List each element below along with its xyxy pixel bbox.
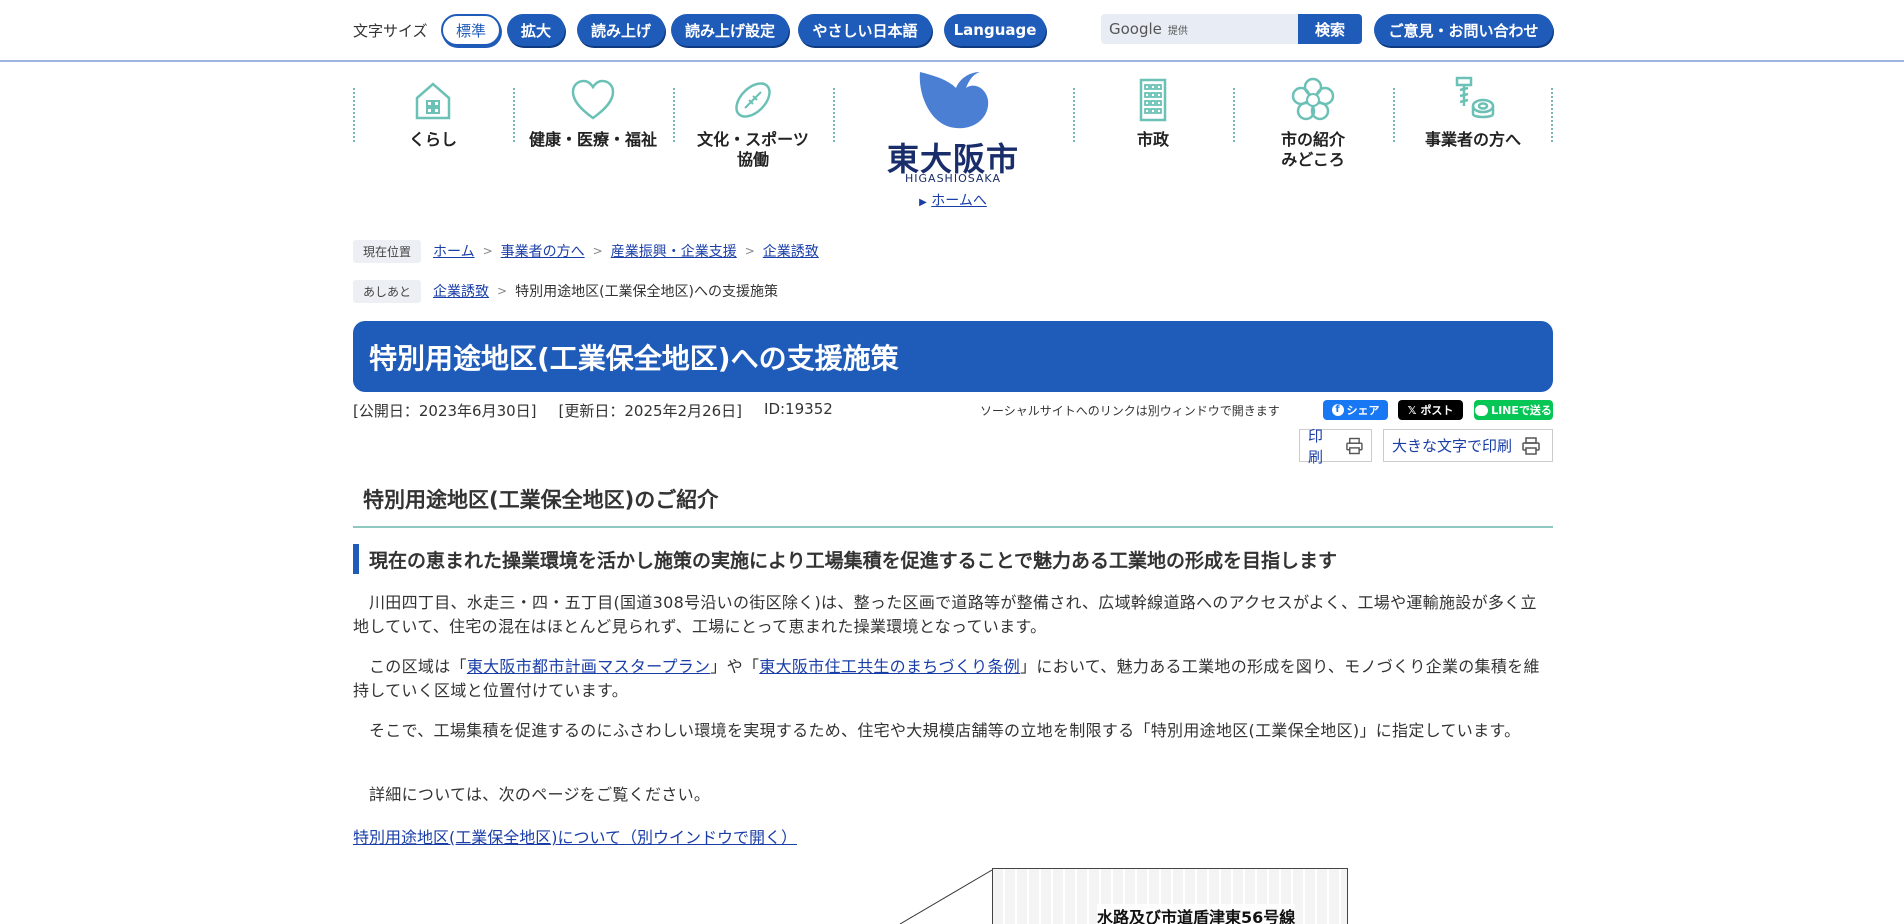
- nav-label-kurashi: くらし: [408, 130, 457, 149]
- nav-item-kurashi[interactable]: くらし: [353, 70, 513, 180]
- map-label: 水路及び市道盾津東56号線: [1097, 904, 1296, 924]
- city-name-roman: HIGASHIOSAKA: [905, 172, 1001, 185]
- paragraph-4: 詳細については、次のページをご覧ください。: [369, 785, 711, 804]
- chevron-right-icon: >: [497, 284, 508, 298]
- nav-label-culture-line2: 協働: [736, 150, 769, 169]
- city-emblem-icon: [919, 72, 989, 129]
- breadcrumb-home[interactable]: ホーム: [433, 241, 475, 261]
- breadcrumb: 現在位置 ホーム > 事業者の方へ > 産業振興・企業支援 > 企業誘致: [353, 239, 1553, 263]
- printer-icon: [1346, 437, 1363, 454]
- nav-item-health[interactable]: 健康・医療・福祉: [513, 70, 673, 180]
- nav-item-intro[interactable]: 市の紹介 みどころ: [1233, 70, 1393, 180]
- nav-label-shisei: 市政: [1136, 130, 1169, 149]
- print-label: 印刷: [1308, 426, 1324, 466]
- facebook-share-button[interactable]: f シェア: [1323, 400, 1388, 420]
- sub-heading: 現在の恵まれた操業環境を活かし施策の実施により工場集積を促進することで魅力ある工…: [353, 544, 1553, 574]
- search-button[interactable]: 検索: [1298, 14, 1362, 44]
- language-button[interactable]: Language: [944, 14, 1046, 46]
- paragraph-2: この区域は「東大阪市都市計画マスタープラン」や「東大阪市住工共生のまちづくり条例…: [353, 655, 1553, 703]
- contact-button[interactable]: ご意見・お問い合わせ: [1374, 14, 1553, 46]
- detail-link[interactable]: 特別用途地区(工業保全地区)について（別ウインドウで開く）: [353, 828, 797, 847]
- x-logo-icon: 𝕏: [1407, 403, 1417, 417]
- facebook-share-label: シェア: [1346, 404, 1380, 417]
- search-provided-text: 提供: [1167, 25, 1188, 37]
- large-print-button[interactable]: 大きな文字で印刷: [1383, 429, 1553, 462]
- line-send-label: LINEで送る: [1491, 404, 1552, 417]
- font-size-label: 文字サイズ: [353, 22, 428, 40]
- page-meta: [公開日：2023年6月30日] [更新日：2025年2月26日] ID:193…: [353, 400, 833, 421]
- paragraph-1: 川田四丁目、水走三・四・五丁目(国道308号沿いの街区除く)は、整った区画で道路…: [353, 593, 1537, 636]
- nav-label-intro: 市の紹介 みどころ: [1233, 130, 1393, 170]
- rugby-ball-icon: [735, 82, 771, 118]
- easy-japanese-button[interactable]: やさしい日本語: [798, 14, 932, 46]
- breadcrumb-attraction[interactable]: 企業誘致: [763, 241, 819, 261]
- breadcrumb-industry[interactable]: 産業振興・企業支援: [611, 241, 737, 261]
- published-date: [公開日：2023年6月30日]: [353, 402, 537, 420]
- read-aloud-button[interactable]: 読み上げ: [577, 14, 665, 46]
- heart-icon: [571, 79, 615, 120]
- detail-link-wrap: 特別用途地区(工業保全地区)について（別ウインドウで開く）: [353, 824, 797, 848]
- breadcrumb-current-tag: 現在位置: [353, 239, 422, 263]
- nav-item-business[interactable]: 事業者の方へ: [1393, 70, 1553, 180]
- chevron-right-icon: >: [592, 244, 603, 258]
- updated-date: [更新日：2025年2月26日]: [558, 402, 743, 420]
- x-post-button[interactable]: 𝕏 ポスト: [1398, 400, 1463, 420]
- printer-icon: [1522, 436, 1540, 455]
- paragraph-3: そこで、工場集積を促進するのにふさわしい環境を実現するため、住宅や大規模店舗等の…: [369, 721, 1521, 740]
- house-icon: [415, 82, 451, 120]
- google-logo-text: Google: [1109, 20, 1162, 38]
- large-print-label: 大きな文字で印刷: [1392, 437, 1513, 455]
- print-button[interactable]: 印刷: [1299, 427, 1372, 466]
- page-title: 特別用途地区(工業保全地区)への支援施策: [369, 341, 899, 375]
- nav-label-business: 事業者の方へ: [1424, 130, 1521, 149]
- line-send-button[interactable]: LINEで送る: [1474, 400, 1553, 420]
- chevron-right-icon: >: [744, 244, 755, 258]
- map-leader-line: [899, 869, 993, 924]
- nav-divider: [833, 88, 835, 142]
- nav-label-culture-line1: 文化・スポーツ: [697, 130, 809, 149]
- nav-label-health: 健康・医療・福祉: [528, 130, 657, 149]
- nav-item-shisei[interactable]: 市政: [1073, 70, 1233, 180]
- main-navigation: くらし 健康・医療・福祉 文化・スポーツ 協働 東大阪市 HIGASHIOSAK…: [353, 70, 1553, 210]
- breadcrumb-business[interactable]: 事業者の方へ: [501, 241, 585, 261]
- nav-label-intro-line1: 市の紹介: [1280, 130, 1345, 149]
- city-logo[interactable]: 東大阪市 HIGASHIOSAKA ▶ ホームへ: [878, 70, 1028, 210]
- font-size-large-button[interactable]: 拡大: [507, 14, 565, 46]
- top-utility-bar: 文字サイズ 標準 拡大 読み上げ 読み上げ設定 やさしい日本語 Language…: [0, 0, 1904, 62]
- history-breadcrumb: あしあと 企業誘致 > 特別用途地区(工業保全地区)への支援施策: [353, 279, 1553, 303]
- search-input[interactable]: Google 提供: [1101, 14, 1298, 44]
- read-aloud-settings-button[interactable]: 読み上げ設定: [671, 14, 789, 46]
- history-link[interactable]: 企業誘致: [433, 281, 489, 301]
- building-icon: [1139, 78, 1167, 122]
- x-post-label: ポスト: [1420, 404, 1454, 417]
- nav-label-culture: 文化・スポーツ 協働: [673, 130, 833, 170]
- bolt-and-nut-icon: [1455, 76, 1495, 119]
- p2-text-a: この区域は「: [369, 657, 467, 676]
- nav-item-culture[interactable]: 文化・スポーツ 協働: [673, 70, 833, 180]
- section-heading: 特別用途地区(工業保全地区)のご紹介: [353, 484, 1553, 528]
- page-title-box: 特別用途地区(工業保全地区)への支援施策: [353, 321, 1553, 392]
- ordinance-link[interactable]: 東大阪市住工共生のまちづくり条例: [759, 657, 1020, 676]
- page-id: ID:19352: [764, 400, 833, 418]
- master-plan-link[interactable]: 東大阪市都市計画マスタープラン: [467, 657, 711, 676]
- font-size-standard-button[interactable]: 標準: [441, 14, 501, 46]
- history-current: 特別用途地区(工業保全地区)への支援施策: [515, 284, 779, 300]
- p2-text-b: 」や「: [710, 657, 760, 676]
- facebook-icon: f: [1331, 404, 1344, 416]
- nav-label-intro-line2: みどころ: [1281, 150, 1345, 169]
- home-link-wrap: ▶ ホームへ: [878, 190, 1028, 210]
- triangle-right-icon: ▶: [919, 197, 927, 208]
- top-utility-inner: 文字サイズ 標準 拡大 読み上げ 読み上げ設定 やさしい日本語 Language…: [353, 14, 1553, 46]
- social-note: ソーシャルサイトへのリンクは別ウィンドウで開きます: [980, 404, 1280, 418]
- plum-blossom-icon: [1291, 77, 1335, 121]
- chevron-right-icon: >: [482, 244, 493, 258]
- history-tag: あしあと: [353, 279, 422, 303]
- nav-divider: [1551, 88, 1553, 142]
- home-link[interactable]: ホームへ: [931, 193, 987, 209]
- line-icon: [1475, 404, 1489, 416]
